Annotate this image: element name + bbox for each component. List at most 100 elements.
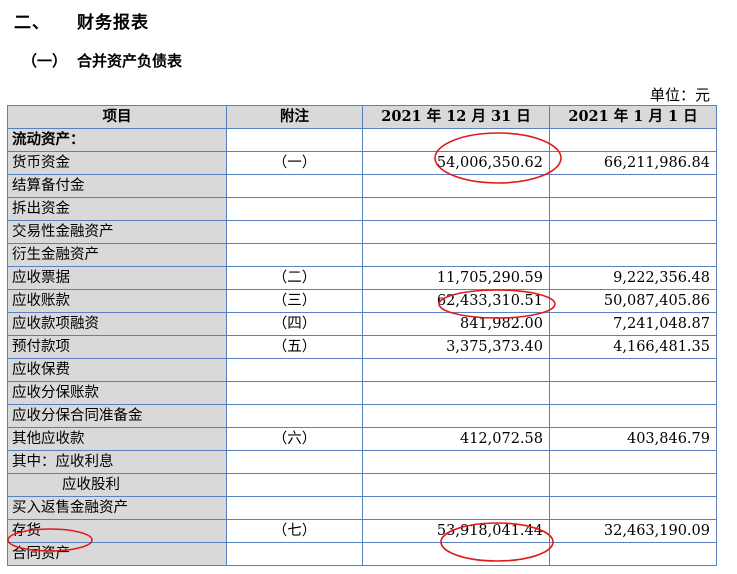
row-value-2021-12-31 bbox=[362, 128, 550, 152]
row-item-label: 结算备付金 bbox=[7, 174, 227, 198]
row-note bbox=[226, 381, 363, 405]
balance-sheet-table: 项目 附注 2021 年 12 月 31 日 2021 年 1 月 1 日 流动… bbox=[7, 105, 717, 566]
row-value-2021-01-01: 403,846.79 bbox=[549, 427, 717, 451]
table-row: 拆出资金 bbox=[7, 197, 717, 221]
table-row: 存货 （七） 53,918,041.44 32,463,190.09 bbox=[7, 519, 717, 543]
row-note bbox=[226, 243, 363, 267]
table-row: 买入返售金融资产 bbox=[7, 496, 717, 520]
row-value-2021-12-31 bbox=[362, 542, 550, 566]
column-header-2021-12-31: 2021 年 12 月 31 日 bbox=[362, 105, 550, 129]
row-item-label: 其中：应收利息 bbox=[7, 450, 227, 474]
row-item-label: 预付款项 bbox=[7, 335, 227, 359]
row-note bbox=[226, 473, 363, 497]
row-value-2021-12-31 bbox=[362, 404, 550, 428]
row-note: （三） bbox=[226, 289, 363, 313]
row-value-2021-12-31 bbox=[362, 381, 550, 405]
table-row: 货币资金 （一） 54,006,350.62 66,211,986.84 bbox=[7, 151, 717, 175]
row-note bbox=[226, 450, 363, 474]
row-item-label: 应收分保合同准备金 bbox=[7, 404, 227, 428]
row-value-2021-01-01 bbox=[549, 243, 717, 267]
section-title: 财务报表 bbox=[77, 13, 149, 33]
table-row: 交易性金融资产 bbox=[7, 220, 717, 244]
row-value-2021-12-31 bbox=[362, 473, 550, 497]
table-row: 结算备付金 bbox=[7, 174, 717, 198]
table-row: 应收分保账款 bbox=[7, 381, 717, 405]
row-value-2021-01-01 bbox=[549, 404, 717, 428]
row-value-2021-01-01: 9,222,356.48 bbox=[549, 266, 717, 290]
row-value-2021-01-01: 50,087,405.86 bbox=[549, 289, 717, 313]
subsection-heading: （一） 合并资产负债表 bbox=[22, 50, 182, 71]
table-row: 应收股利 bbox=[7, 473, 717, 497]
table-header-row: 项目 附注 2021 年 12 月 31 日 2021 年 1 月 1 日 bbox=[7, 105, 717, 129]
row-value-2021-12-31: 54,006,350.62 bbox=[362, 151, 550, 175]
row-item-label: 流动资产： bbox=[7, 128, 227, 152]
subsection-number: （一） bbox=[22, 52, 68, 70]
row-note bbox=[226, 542, 363, 566]
row-value-2021-01-01 bbox=[549, 197, 717, 221]
row-value-2021-01-01: 4,166,481.35 bbox=[549, 335, 717, 359]
row-item-label: 交易性金融资产 bbox=[7, 220, 227, 244]
subsection-title: 合并资产负债表 bbox=[77, 52, 183, 70]
table-row: 应收票据 （二） 11,705,290.59 9,222,356.48 bbox=[7, 266, 717, 290]
table-row: 预付款项 （五） 3,375,373.40 4,166,481.35 bbox=[7, 335, 717, 359]
row-note bbox=[226, 174, 363, 198]
row-item-label: 应收票据 bbox=[7, 266, 227, 290]
table-row: 合同资产 bbox=[7, 542, 717, 566]
row-note bbox=[226, 220, 363, 244]
row-note bbox=[226, 496, 363, 520]
row-value-2021-01-01: 7,241,048.87 bbox=[549, 312, 717, 336]
row-note bbox=[226, 128, 363, 152]
row-item-label: 应收股利 bbox=[7, 473, 227, 497]
unit-label: 单位：元 bbox=[649, 86, 710, 104]
row-item-label: 其他应收款 bbox=[7, 427, 227, 451]
row-item-label: 应收账款 bbox=[7, 289, 227, 313]
row-note: （六） bbox=[226, 427, 363, 451]
row-item-label: 衍生金融资产 bbox=[7, 243, 227, 267]
row-value-2021-12-31 bbox=[362, 243, 550, 267]
row-value-2021-12-31 bbox=[362, 220, 550, 244]
table-row: 应收分保合同准备金 bbox=[7, 404, 717, 428]
row-item-label: 买入返售金融资产 bbox=[7, 496, 227, 520]
row-item-label: 应收保费 bbox=[7, 358, 227, 382]
row-value-2021-01-01 bbox=[549, 473, 717, 497]
row-value-2021-01-01 bbox=[549, 542, 717, 566]
row-value-2021-12-31 bbox=[362, 358, 550, 382]
row-item-label: 应收分保账款 bbox=[7, 381, 227, 405]
row-note bbox=[226, 404, 363, 428]
row-note: （四） bbox=[226, 312, 363, 336]
row-value-2021-12-31 bbox=[362, 496, 550, 520]
row-value-2021-01-01: 32,463,190.09 bbox=[549, 519, 717, 543]
row-value-2021-01-01 bbox=[549, 128, 717, 152]
row-value-2021-01-01 bbox=[549, 220, 717, 244]
row-note: （七） bbox=[226, 519, 363, 543]
row-value-2021-12-31: 62,433,310.51 bbox=[362, 289, 550, 313]
row-note: （一） bbox=[226, 151, 363, 175]
row-value-2021-12-31: 53,918,041.44 bbox=[362, 519, 550, 543]
row-note: （二） bbox=[226, 266, 363, 290]
row-note: （五） bbox=[226, 335, 363, 359]
row-item-label: 货币资金 bbox=[7, 151, 227, 175]
table-row: 应收款项融资 （四） 841,982.00 7,241,048.87 bbox=[7, 312, 717, 336]
row-value-2021-12-31 bbox=[362, 450, 550, 474]
row-value-2021-01-01 bbox=[549, 496, 717, 520]
row-value-2021-01-01 bbox=[549, 358, 717, 382]
table-row: 应收账款 （三） 62,433,310.51 50,087,405.86 bbox=[7, 289, 717, 313]
table-row: 流动资产： bbox=[7, 128, 717, 152]
row-value-2021-12-31: 841,982.00 bbox=[362, 312, 550, 336]
row-value-2021-12-31: 11,705,290.59 bbox=[362, 266, 550, 290]
row-value-2021-12-31: 412,072.58 bbox=[362, 427, 550, 451]
row-value-2021-12-31 bbox=[362, 174, 550, 198]
row-item-label: 合同资产 bbox=[7, 542, 227, 566]
row-item-label: 应收款项融资 bbox=[7, 312, 227, 336]
table-row: 其中：应收利息 bbox=[7, 450, 717, 474]
row-note bbox=[226, 197, 363, 221]
table-row: 衍生金融资产 bbox=[7, 243, 717, 267]
column-header-2021-01-01: 2021 年 1 月 1 日 bbox=[549, 105, 717, 129]
column-header-note: 附注 bbox=[226, 105, 363, 129]
row-item-label: 拆出资金 bbox=[7, 197, 227, 221]
table-row: 应收保费 bbox=[7, 358, 717, 382]
row-value-2021-01-01 bbox=[549, 381, 717, 405]
column-header-item: 项目 bbox=[7, 105, 227, 129]
row-item-label: 存货 bbox=[7, 519, 227, 543]
section-heading: 二、 财务报表 bbox=[14, 8, 149, 33]
